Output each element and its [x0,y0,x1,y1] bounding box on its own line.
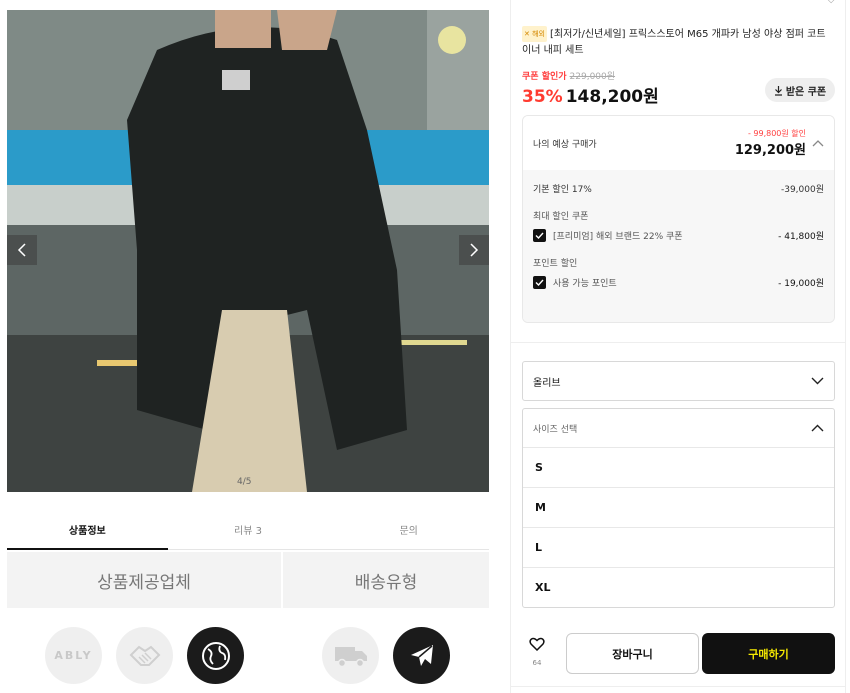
size-option-s[interactable]: S [523,447,834,487]
heart-icon [529,637,545,652]
product-title-text: [최저가/신년세일] 프릭스스토어 M65 개파카 남성 야상 점퍼 코트 이너… [522,29,826,56]
coupon-discount-value: - 41,800원 [778,232,824,242]
tab-inquiry[interactable]: 문의 [328,509,489,549]
like-button[interactable]: 64 [523,636,551,667]
shipping-section: 배송유형 [283,552,489,693]
size-option-xl[interactable]: XL [523,567,834,607]
add-to-cart-button[interactable]: 장바구니 [566,633,699,674]
airplane-icon [393,627,450,684]
point-checkbox[interactable] [533,276,546,289]
chevron-right-icon [470,243,479,257]
handshake-icon [116,627,173,684]
coupon-price-label: 쿠폰 할인가 229,000원 [522,69,615,82]
estimated-final-price: 129,200원 [734,143,806,158]
buy-now-button[interactable]: 구매하기 [702,633,835,674]
detail-tabs: 상품정보 리뷰 3 문의 [7,509,489,550]
globe-icon [187,627,244,684]
base-discount-value: -39,000원 [780,185,824,195]
shipping-title: 배송유형 [283,552,489,608]
truck-icon [322,627,379,684]
total-discount: - 99,800원 할인 [747,129,806,138]
provider-section: 상품제공업체 ABLY [7,552,283,693]
provider-title: 상품제공업체 [7,552,282,608]
purchase-panel: ━━━━━ ◇ ✕ 해외[최저가/신년세일] 프릭스스토어 M65 개파카 남성… [510,0,846,693]
bottom-divider [511,686,845,687]
ably-logo-text: ABLY [54,649,93,662]
truncated-top-rating: ◇ [827,0,835,5]
point-discount-value: - 19,000원 [778,279,824,289]
chevron-left-icon [17,243,26,257]
received-coupon-button[interactable]: 받은 쿠폰 [765,78,835,102]
chevron-up-icon [812,140,824,147]
point-row[interactable]: 사용 가능 포인트 - 19,000원 [533,276,824,289]
discount-rate: 35% [522,87,563,107]
color-select-value: 올리브 [533,377,561,389]
size-select[interactable]: 사이즈 선택 S M L XL [522,408,835,608]
check-icon [535,279,544,286]
download-icon [774,85,782,96]
color-select[interactable]: 올리브 [522,361,835,401]
discount-breakdown: 기본 할인 17% -39,000원 최대 할인 쿠폰 [프리미엄] 해외 브랜… [523,170,834,322]
product-image-gallery[interactable]: 4/5 [7,10,489,492]
tab-reviews[interactable]: 리뷰 3 [168,509,329,549]
product-page: 4/5 상품정보 리뷰 3 문의 상품제공업체 ABLY 배송유형 ✕ 해외 [… [0,0,850,693]
previous-image-button[interactable] [7,235,37,265]
received-coupon-label: 받은 쿠폰 [785,86,827,98]
size-option-l[interactable]: L [523,527,834,567]
tab-product-info[interactable]: 상품정보 [7,509,168,550]
overseas-promo-chip: ✕ 해외 [522,26,547,42]
next-image-button[interactable] [459,235,489,265]
price-row: 35% 148,200원 [522,82,659,107]
product-info-grid: 상품제공업체 ABLY 배송유형 [7,552,489,693]
chevron-down-icon [811,377,824,385]
estimated-price-label: 나의 예상 구매가 [533,139,597,150]
image-counter: 4/5 [237,477,252,487]
like-count: 64 [532,659,542,667]
chevron-up-icon [811,424,824,432]
truncated-top-text: ━━━━━ [522,0,555,5]
original-price: 229,000원 [569,72,616,82]
estimated-price-box: 나의 예상 구매가 - 99,800원 할인 129,200원 기본 할인 17… [522,115,835,323]
coupon-item-label: [프리미엄] 해외 브랜드 22% 쿠폰 [553,232,683,242]
base-discount-row: 기본 할인 17% -39,000원 [533,182,824,195]
product-title: ✕ 해외 [최저가/신년세일] 프릭스스토어 M65 개파카 남성 야상 점퍼 코… [522,26,837,59]
point-item-label: 사용 가능 포인트 [553,279,617,289]
ably-logo: ABLY [45,627,102,684]
coupon-section-label: 최대 할인 쿠폰 [533,212,589,222]
base-discount-label: 기본 할인 17% [533,185,592,195]
size-option-m[interactable]: M [523,487,834,527]
section-divider [511,342,845,343]
sale-price: 148,200원 [565,87,659,107]
check-icon [535,232,544,239]
product-photo [7,10,489,492]
coupon-checkbox[interactable] [533,229,546,242]
coupon-label-text: 쿠폰 할인가 [522,72,567,82]
estimated-price-header[interactable]: 나의 예상 구매가 - 99,800원 할인 129,200원 [523,116,834,170]
coupon-row[interactable]: [프리미엄] 해외 브랜드 22% 쿠폰 - 41,800원 [533,229,824,242]
point-section-label: 포인트 할인 [533,259,578,269]
size-select-placeholder: 사이즈 선택 [533,424,578,435]
